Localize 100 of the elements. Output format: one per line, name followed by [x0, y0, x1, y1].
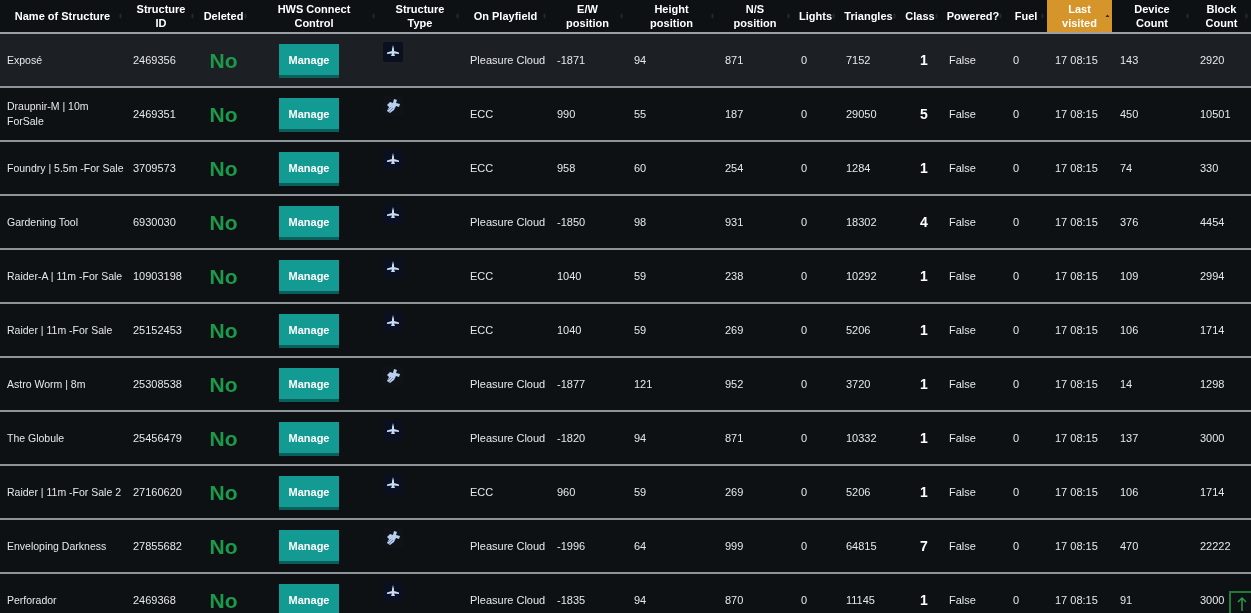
- column-header[interactable]: On Playfield: [473, 9, 538, 23]
- column-header[interactable]: HWS Connect Control: [274, 2, 354, 30]
- table-cell: 3000: [1200, 592, 1225, 608]
- column-header[interactable]: Deleted: [203, 9, 244, 23]
- table-cell: 0: [801, 160, 808, 176]
- sort-icon[interactable]: [998, 12, 1003, 20]
- table-cell: Exposé: [7, 52, 43, 68]
- table-cell: 2994: [1200, 268, 1225, 284]
- table-cell: 7152: [846, 52, 871, 68]
- deleted-status: No: [209, 52, 238, 68]
- table-cell: 870: [725, 592, 744, 608]
- table-cell: Pleasure Cloud: [470, 214, 546, 230]
- table-cell: Perforador: [7, 592, 57, 608]
- table-cell: 0: [1013, 430, 1020, 446]
- column-header[interactable]: Name of Structure: [14, 9, 111, 23]
- table-cell: False: [949, 592, 976, 608]
- table-cell: 1040: [557, 322, 582, 338]
- table-cell: False: [949, 322, 976, 338]
- table-cell: False: [949, 52, 976, 68]
- table-cell: 0: [801, 592, 808, 608]
- table-cell: 0: [801, 430, 808, 446]
- column-header[interactable]: Fuel: [1014, 9, 1038, 23]
- table-cell: 1284: [846, 160, 871, 176]
- table-cell: 5206: [846, 322, 871, 338]
- deleted-status: No: [209, 484, 238, 500]
- table-cell: 1298: [1200, 376, 1225, 392]
- table-cell: 0: [1013, 214, 1020, 230]
- table-cell: 0: [801, 106, 808, 122]
- deleted-status: No: [209, 376, 238, 392]
- table-cell: 10903198: [133, 268, 182, 284]
- table-cell: 958: [557, 160, 576, 176]
- table-cell: ECC: [470, 322, 494, 338]
- table-cell: False: [949, 106, 976, 122]
- table-cell: 1714: [1200, 484, 1225, 500]
- table-cell: 10501: [1200, 106, 1231, 122]
- table-cell: -1871: [557, 52, 586, 68]
- table-cell: 0: [801, 268, 808, 284]
- column-header[interactable]: Structure Type: [384, 2, 456, 30]
- table-cell: 74: [1120, 160, 1133, 176]
- table-cell: 871: [725, 430, 744, 446]
- table-cell: 1: [920, 376, 928, 392]
- table-cell: 3720: [846, 376, 871, 392]
- table-cell: -1877: [557, 376, 586, 392]
- column-header[interactable]: N/S position: [723, 2, 787, 30]
- table-cell: 450: [1120, 106, 1139, 122]
- table-cell: 25456479: [133, 430, 182, 446]
- table-cell: 64815: [846, 538, 877, 554]
- sort-icon[interactable]: [831, 12, 836, 20]
- table-cell: 17 08:15: [1055, 268, 1098, 284]
- table-cell: 1040: [557, 268, 582, 284]
- table-cell: 5206: [846, 484, 871, 500]
- table-cell: Enveloping Darkness: [7, 538, 107, 554]
- table-cell: False: [949, 214, 976, 230]
- sort-ascending-icon[interactable]: [1105, 12, 1110, 20]
- table-cell: 1: [920, 322, 928, 338]
- table-cell: 0: [801, 322, 808, 338]
- table-cell: 1: [920, 592, 928, 608]
- table-cell: The Globule: [7, 430, 65, 446]
- table-cell: 17 08:15: [1055, 52, 1098, 68]
- table-cell: 106: [1120, 484, 1139, 500]
- column-header[interactable]: Height position: [632, 2, 711, 30]
- column-header[interactable]: Lights: [799, 9, 832, 23]
- table-cell: 3709573: [133, 160, 176, 176]
- table-cell: 25308538: [133, 376, 182, 392]
- table-cell: 29050: [846, 106, 877, 122]
- table-cell: 17 08:15: [1055, 430, 1098, 446]
- table-cell: 931: [725, 214, 744, 230]
- table-cell: 94: [634, 52, 647, 68]
- table-cell: Raider | 11m -For Sale: [7, 322, 113, 338]
- table-cell: Astro Worm | 8m: [7, 376, 86, 392]
- table-cell: 121: [634, 376, 653, 392]
- table-cell: -1996: [557, 538, 586, 554]
- table-cell: Pleasure Cloud: [470, 430, 546, 446]
- table-cell: 17 08:15: [1055, 538, 1098, 554]
- table-cell: 470: [1120, 538, 1139, 554]
- scroll-top-floating-button[interactable]: [1229, 591, 1251, 613]
- column-header[interactable]: E/W position: [555, 2, 620, 30]
- deleted-status: No: [209, 160, 238, 176]
- table-cell: ECC: [470, 268, 494, 284]
- table-cell: 238: [725, 268, 744, 284]
- table-cell: 1: [920, 268, 928, 284]
- column-header[interactable]: Class: [905, 9, 935, 23]
- table-cell: False: [949, 484, 976, 500]
- table-cell: 17 08:15: [1055, 376, 1098, 392]
- table-cell: 6930030: [133, 214, 176, 230]
- column-header[interactable]: Device Count: [1118, 2, 1186, 30]
- table-cell: 59: [634, 322, 647, 338]
- table-cell: 1714: [1200, 322, 1225, 338]
- column-header[interactable]: Triangles: [844, 9, 893, 23]
- column-header[interactable]: Structure ID: [131, 2, 191, 30]
- column-header[interactable]: Powered?: [946, 9, 1000, 23]
- table-cell: 137: [1120, 430, 1139, 446]
- table-cell: 871: [725, 52, 744, 68]
- column-header[interactable]: Block Count: [1198, 2, 1245, 30]
- table-cell: 376: [1120, 214, 1139, 230]
- table-cell: 254: [725, 160, 744, 176]
- table-row[interactable]: Exposé 2469356 No Manage Pleasure Cloud -1871 94 871 0 7152 1 False 0 17 08:15 143 2920: [0, 34, 1251, 86]
- table-cell: 0: [1013, 592, 1020, 608]
- table-cell: ECC: [470, 160, 494, 176]
- table-cell: 0: [1013, 538, 1020, 554]
